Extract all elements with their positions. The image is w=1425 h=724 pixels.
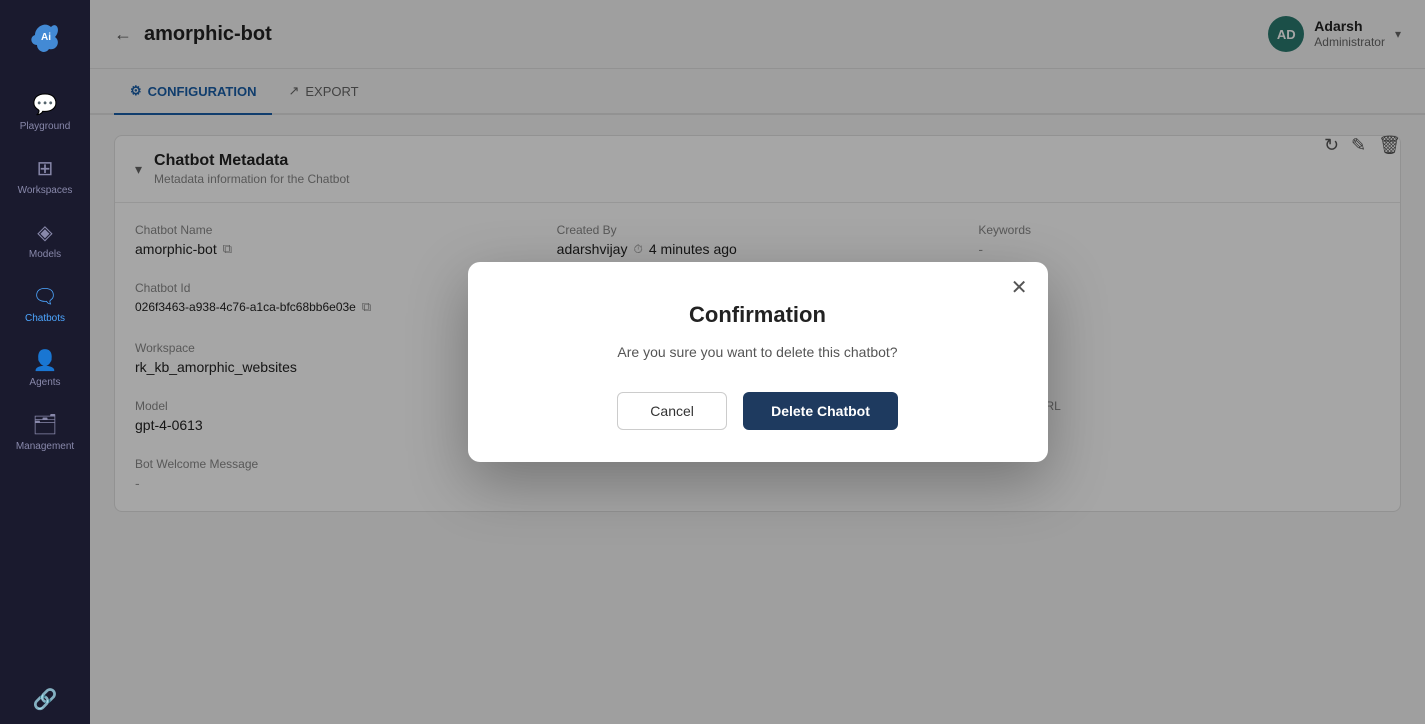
modal-title: Confirmation bbox=[508, 302, 1008, 328]
models-icon: ◈ bbox=[37, 220, 52, 245]
sidebar-item-chatbots[interactable]: 🗨 Chatbots bbox=[0, 272, 90, 336]
sidebar-item-models[interactable]: ◈ Models bbox=[0, 208, 90, 272]
sidebar-item-playground[interactable]: 💬 Playground bbox=[0, 80, 90, 144]
cancel-button[interactable]: Cancel bbox=[617, 392, 727, 430]
sidebar-item-link[interactable]: 🔗 bbox=[0, 675, 90, 724]
sidebar-label-workspaces: Workspaces bbox=[18, 185, 73, 196]
sidebar-item-workspaces[interactable]: ⊞ Workspaces bbox=[0, 144, 90, 208]
confirmation-modal: ✕ Confirmation Are you sure you want to … bbox=[468, 262, 1048, 462]
modal-close-button[interactable]: ✕ bbox=[1011, 278, 1028, 298]
sidebar: Ai 💬 Playground ⊞ Workspaces ◈ Models 🗨 … bbox=[0, 0, 90, 724]
playground-icon: 💬 bbox=[33, 92, 58, 117]
sidebar-item-agents[interactable]: 👤 Agents bbox=[0, 336, 90, 400]
delete-chatbot-button[interactable]: Delete Chatbot bbox=[743, 392, 898, 430]
svg-text:Ai: Ai bbox=[41, 32, 51, 43]
agents-icon: 👤 bbox=[33, 348, 58, 373]
chatbots-icon: 🗨 bbox=[32, 284, 57, 309]
link-icon: 🔗 bbox=[33, 687, 58, 712]
modal-actions: Cancel Delete Chatbot bbox=[508, 392, 1008, 430]
management-icon: 🗂 bbox=[32, 412, 57, 437]
workspaces-icon: ⊞ bbox=[37, 156, 54, 181]
sidebar-label-chatbots: Chatbots bbox=[25, 313, 65, 324]
sidebar-label-agents: Agents bbox=[29, 377, 60, 388]
sidebar-label-management: Management bbox=[16, 441, 74, 452]
modal-message: Are you sure you want to delete this cha… bbox=[508, 344, 1008, 360]
modal-overlay: ✕ Confirmation Are you sure you want to … bbox=[90, 0, 1425, 724]
sidebar-label-models: Models bbox=[29, 249, 61, 260]
logo: Ai bbox=[20, 10, 70, 60]
sidebar-label-playground: Playground bbox=[20, 121, 71, 132]
main-content: ← amorphic-bot AD Adarsh Administrator ▾… bbox=[90, 0, 1425, 724]
sidebar-item-management[interactable]: 🗂 Management bbox=[0, 400, 90, 464]
